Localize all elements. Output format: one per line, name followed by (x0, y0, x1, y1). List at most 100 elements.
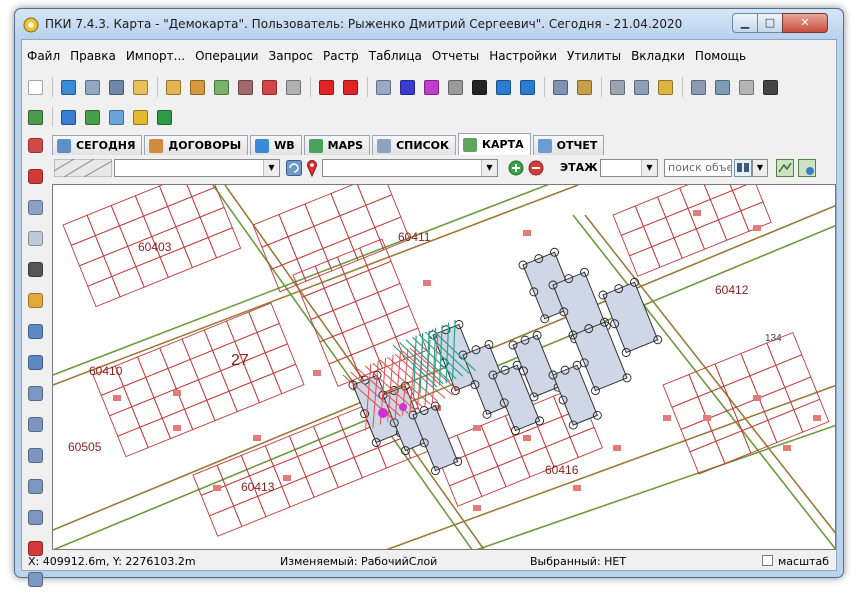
crosshair-icon[interactable] (24, 134, 46, 156)
maximize-button[interactable]: □ (757, 13, 783, 33)
node-move-icon[interactable] (420, 76, 442, 98)
magenta-marker[interactable] (378, 408, 388, 418)
map-pin-icon[interactable] (306, 159, 318, 177)
polyline-icon[interactable] (24, 413, 46, 435)
duplicate-icon[interactable] (606, 76, 628, 98)
chevron-down-icon[interactable]: ▼ (641, 160, 657, 176)
menu-item[interactable]: Таблица (364, 46, 427, 68)
menu-item[interactable]: Утилиты (562, 46, 626, 68)
add-icon[interactable] (508, 160, 524, 176)
save-folder-icon[interactable] (186, 76, 208, 98)
open-folder-icon[interactable] (162, 76, 184, 98)
copy-icon[interactable] (129, 76, 151, 98)
tab-label: ДОГОВОРЫ (168, 139, 242, 152)
chart-icon[interactable] (258, 76, 280, 98)
tab-4[interactable]: MAPS (303, 135, 371, 155)
object-search-input[interactable]: поиск объект (664, 159, 732, 177)
point-icon[interactable] (468, 76, 490, 98)
search-options-dropdown[interactable]: ▼ (752, 159, 768, 177)
table-icon[interactable] (549, 76, 571, 98)
print-icon[interactable] (105, 76, 127, 98)
stop-icon[interactable] (24, 165, 46, 187)
refresh-globe-icon[interactable] (286, 160, 302, 176)
menu-bar: Файл Правка Импорт... Операции Запрос Растр Та… (22, 46, 751, 68)
shape-icon[interactable] (444, 76, 466, 98)
form-icon[interactable] (81, 76, 103, 98)
zoom-window-icon[interactable] (24, 227, 46, 249)
remove-icon[interactable] (528, 160, 544, 176)
title-bar[interactable]: ПКИ 7.4.3. Карта - "Демокарта". Пользова… (15, 9, 843, 39)
stack-icon[interactable] (630, 76, 652, 98)
globe-icon[interactable] (57, 76, 79, 98)
building (113, 395, 121, 401)
zoom-out-icon[interactable] (24, 351, 46, 373)
brush-icon[interactable] (573, 76, 595, 98)
forward-icon[interactable] (153, 106, 175, 128)
node-edit-icon[interactable] (396, 76, 418, 98)
info-icon[interactable] (57, 106, 79, 128)
arrow-refresh-icon[interactable] (105, 106, 127, 128)
menu-item[interactable]: Настройки (484, 46, 562, 68)
select-pointer-icon[interactable] (24, 258, 46, 280)
building (753, 395, 761, 401)
circle-icon[interactable] (24, 444, 46, 466)
toolbar-separator (544, 77, 545, 97)
upload-icon[interactable] (654, 76, 676, 98)
status-bar: X: 409912.6m, Y: 2276103.2m Изменяемый: … (22, 552, 838, 572)
scale-checkbox[interactable] (762, 555, 773, 566)
chevron-down-icon[interactable]: ▼ (481, 160, 497, 176)
menu-item[interactable]: Помощь (690, 46, 751, 68)
menu-item[interactable]: Правка (65, 46, 121, 68)
rectangle-icon[interactable] (24, 475, 46, 497)
layer-select[interactable]: ▼ (114, 159, 280, 177)
new-doc-icon[interactable] (24, 76, 46, 98)
polygon-icon[interactable] (24, 382, 46, 404)
minimize-button[interactable]: ▁ (732, 13, 758, 33)
object-copy-icon[interactable] (372, 76, 394, 98)
menu-item[interactable]: Файл (22, 46, 65, 68)
search-binoculars-icon[interactable] (734, 159, 752, 177)
zoom-in-icon[interactable] (24, 320, 46, 342)
tab-7[interactable]: ОТЧЕТ (532, 135, 605, 155)
pencil-icon[interactable] (759, 76, 781, 98)
map-view-icon[interactable] (24, 106, 46, 128)
curve-icon[interactable] (24, 506, 46, 528)
map-drawing[interactable]: 60403 60411 60412 60410 27 60505 60413 60416 134 (53, 185, 836, 550)
globe-layer-icon[interactable] (516, 76, 538, 98)
menu-item[interactable]: Импорт... (121, 46, 190, 68)
select-add-icon[interactable] (339, 76, 361, 98)
tab-5[interactable]: СПИСОК (372, 135, 457, 155)
pages-icon[interactable] (735, 76, 757, 98)
image-icon[interactable] (711, 76, 733, 98)
menu-item[interactable]: Операции (190, 46, 263, 68)
chevron-down-icon[interactable]: ▼ (753, 160, 767, 176)
map-canvas[interactable]: 60403 60411 60412 60410 27 60505 60413 60416 134 (52, 184, 836, 550)
tab-3[interactable]: WB (250, 135, 302, 155)
menu-item[interactable]: Отчеты (427, 46, 484, 68)
floor-select[interactable]: ▼ (600, 159, 658, 177)
object-select[interactable]: ▼ (322, 159, 498, 177)
tab-2[interactable]: ДОГОВОРЫ (144, 135, 249, 155)
magenta-marker[interactable] (399, 403, 407, 411)
menu-item[interactable]: Запрос (264, 46, 318, 68)
arrow-green-icon[interactable] (81, 106, 103, 128)
window-icon[interactable] (687, 76, 709, 98)
hand-icon[interactable] (24, 289, 46, 311)
lock-icon[interactable] (129, 106, 151, 128)
export-icon[interactable] (210, 76, 232, 98)
layers-icon[interactable] (234, 76, 256, 98)
select-red-icon[interactable] (315, 76, 337, 98)
window-title: ПКИ 7.4.3. Карта - "Демокарта". Пользова… (45, 17, 683, 31)
map-layer-icon[interactable] (776, 159, 794, 177)
globe-search-icon[interactable] (492, 76, 514, 98)
tab-1[interactable]: СЕГОДНЯ (52, 135, 143, 155)
pointer-icon[interactable] (24, 196, 46, 218)
tab-6[interactable]: КАРТА (458, 133, 531, 155)
chevron-down-icon[interactable]: ▼ (263, 160, 279, 176)
close-button[interactable]: ✕ (782, 13, 828, 33)
map-settings-icon[interactable] (798, 159, 816, 177)
edit-icon[interactable] (282, 76, 304, 98)
menu-item[interactable]: Растр (318, 46, 364, 68)
editable-layer-status: Изменяемый: РабочийСлой (280, 555, 438, 568)
menu-item[interactable]: Вкладки (626, 46, 690, 68)
